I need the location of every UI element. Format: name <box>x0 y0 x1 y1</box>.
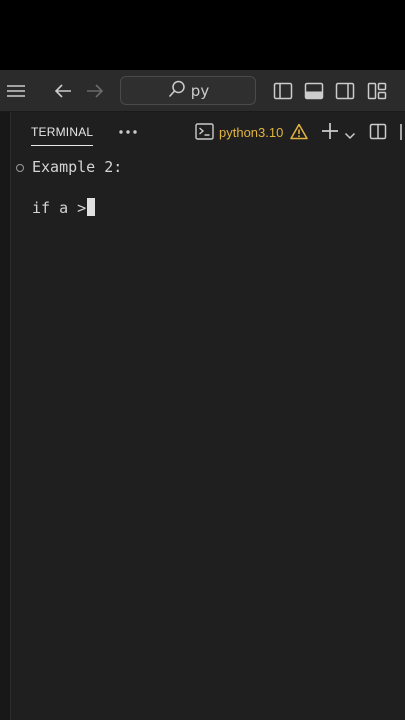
terminal-line: if a > <box>32 198 96 217</box>
command-decoration-icon[interactable] <box>16 164 24 172</box>
terminal-profile-label[interactable]: python3.10 <box>219 125 283 140</box>
command-center-search[interactable]: py <box>120 76 256 105</box>
menu-icon[interactable] <box>4 79 28 103</box>
warning-icon[interactable] <box>290 123 308 144</box>
letterbox-top <box>0 0 405 70</box>
customize-layout-icon[interactable] <box>365 79 389 103</box>
terminal-line: Example 2: <box>32 158 123 176</box>
activity-bar-edge <box>0 112 11 720</box>
chevron-down-icon[interactable] <box>344 126 356 145</box>
more-actions-icon[interactable] <box>117 121 139 143</box>
title-bar: py <box>0 70 405 112</box>
kill-terminal-icon[interactable] <box>399 123 405 144</box>
forward-arrow-icon[interactable] <box>83 79 107 103</box>
back-arrow-icon[interactable] <box>51 79 75 103</box>
panel-header: TERMINAL python3.10 <box>11 112 405 152</box>
tab-terminal[interactable]: TERMINAL <box>31 125 94 146</box>
text-cursor <box>87 198 96 216</box>
toggle-secondary-sidebar-icon[interactable] <box>333 79 357 103</box>
new-terminal-plus-icon[interactable] <box>320 121 340 145</box>
toggle-sidebar-icon[interactable] <box>271 79 295 103</box>
terminal-icon <box>195 123 214 144</box>
search-icon <box>167 79 187 103</box>
toggle-panel-icon[interactable] <box>302 79 326 103</box>
search-text: py <box>190 81 210 100</box>
terminal-panel: TERMINAL python3.10 Example 2: if a > <box>11 112 405 720</box>
split-terminal-icon[interactable] <box>369 123 387 144</box>
